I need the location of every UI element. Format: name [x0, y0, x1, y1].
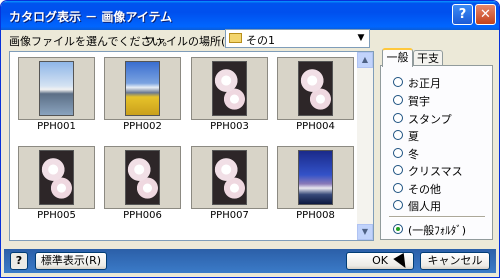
category-radio[interactable] — [393, 165, 403, 175]
thumbnail-label: PPH007 — [210, 210, 249, 221]
thumbnail-item[interactable] — [277, 146, 354, 209]
category-panel: お正月 賀宇 スタンプ 夏 冬 クリスマス その他 個人用 (一般ﾌｫﾙﾀﾞ) — [380, 65, 493, 240]
thumbnail-image — [212, 61, 247, 116]
thumbnail-label: PPH003 — [210, 121, 249, 132]
thumbnail-image — [298, 150, 333, 205]
general-folder-label: (一般ﾌｫﾙﾀﾞ) — [408, 224, 467, 237]
thumbnail-label: PPH002 — [123, 121, 162, 132]
category-label: スタンプ — [408, 113, 452, 126]
category-radio[interactable] — [393, 148, 403, 158]
scroll-down-icon[interactable]: ▼ — [357, 224, 373, 240]
thumbnail-grid: PPH001 PPH002 PPH003 PPH004 PPH005 PPH00… — [9, 51, 374, 241]
thumbnail-label: PPH006 — [123, 210, 162, 221]
category-label: 夏 — [408, 130, 419, 143]
thumbnail-image — [125, 61, 160, 116]
category-radio[interactable] — [393, 113, 403, 123]
separator — [389, 216, 485, 218]
standard-view-button[interactable]: 標準表示(R) — [35, 252, 107, 270]
thumbnail-label: PPH001 — [37, 121, 76, 132]
folder-icon — [229, 33, 242, 43]
thumbnail-item[interactable] — [191, 146, 268, 209]
category-label: 個人用 — [408, 200, 441, 213]
dropdown-arrow-icon[interactable]: ▼ — [353, 30, 369, 47]
category-radio[interactable] — [393, 200, 403, 210]
file-location-dropdown[interactable]: その1 ▼ — [225, 29, 370, 48]
category-label: 賀宇 — [408, 95, 430, 108]
thumbnail-item[interactable] — [18, 57, 95, 120]
tab-general[interactable]: 一般 — [382, 48, 413, 67]
category-radio[interactable] — [393, 130, 403, 140]
scroll-up-icon[interactable]: ▲ — [357, 52, 373, 68]
category-label: お正月 — [408, 77, 441, 90]
category-label: クリスマス — [408, 165, 463, 178]
thumbnail-label: PPH004 — [296, 121, 335, 132]
category-radio[interactable] — [393, 77, 403, 87]
help-title-button[interactable]: ? — [452, 4, 473, 25]
window-title: カタログ表示 － 画像アイテム — [9, 10, 173, 24]
catalog-dialog: カタログ表示 － 画像アイテム ? ✕ 画像ファイルを選んでください。 ファイル… — [0, 0, 500, 278]
thumbnail-item[interactable] — [191, 57, 268, 120]
thumbnail-image — [39, 150, 74, 205]
close-button[interactable]: ✕ — [475, 4, 496, 25]
thumbnail-image — [125, 150, 160, 205]
thumbnail-label: PPH008 — [296, 210, 335, 221]
thumbnail-image — [39, 61, 74, 116]
help-icon[interactable]: ? — [10, 252, 28, 270]
vertical-scrollbar[interactable]: ▲ ▼ — [357, 52, 373, 240]
thumbnail-item[interactable] — [277, 57, 354, 120]
cancel-button[interactable]: キャンセル — [420, 252, 490, 270]
category-radio[interactable] — [393, 95, 403, 105]
thumbnail-label: PPH005 — [37, 210, 76, 221]
file-location-value: その1 — [246, 34, 275, 47]
thumbnail-image — [212, 150, 247, 205]
thumbnail-item[interactable] — [104, 146, 181, 209]
thumbnail-item[interactable] — [18, 146, 95, 209]
title-bar: カタログ表示 － 画像アイテム ? ✕ — [1, 1, 499, 30]
thumbnail-item[interactable] — [104, 57, 181, 120]
category-label: 冬 — [408, 148, 419, 161]
thumbnail-image — [298, 61, 333, 116]
file-location-label: ファイルの場所(I): — [144, 35, 237, 48]
category-radio[interactable] — [393, 183, 403, 193]
general-folder-radio[interactable] — [393, 224, 403, 234]
category-label: その他 — [408, 183, 441, 196]
